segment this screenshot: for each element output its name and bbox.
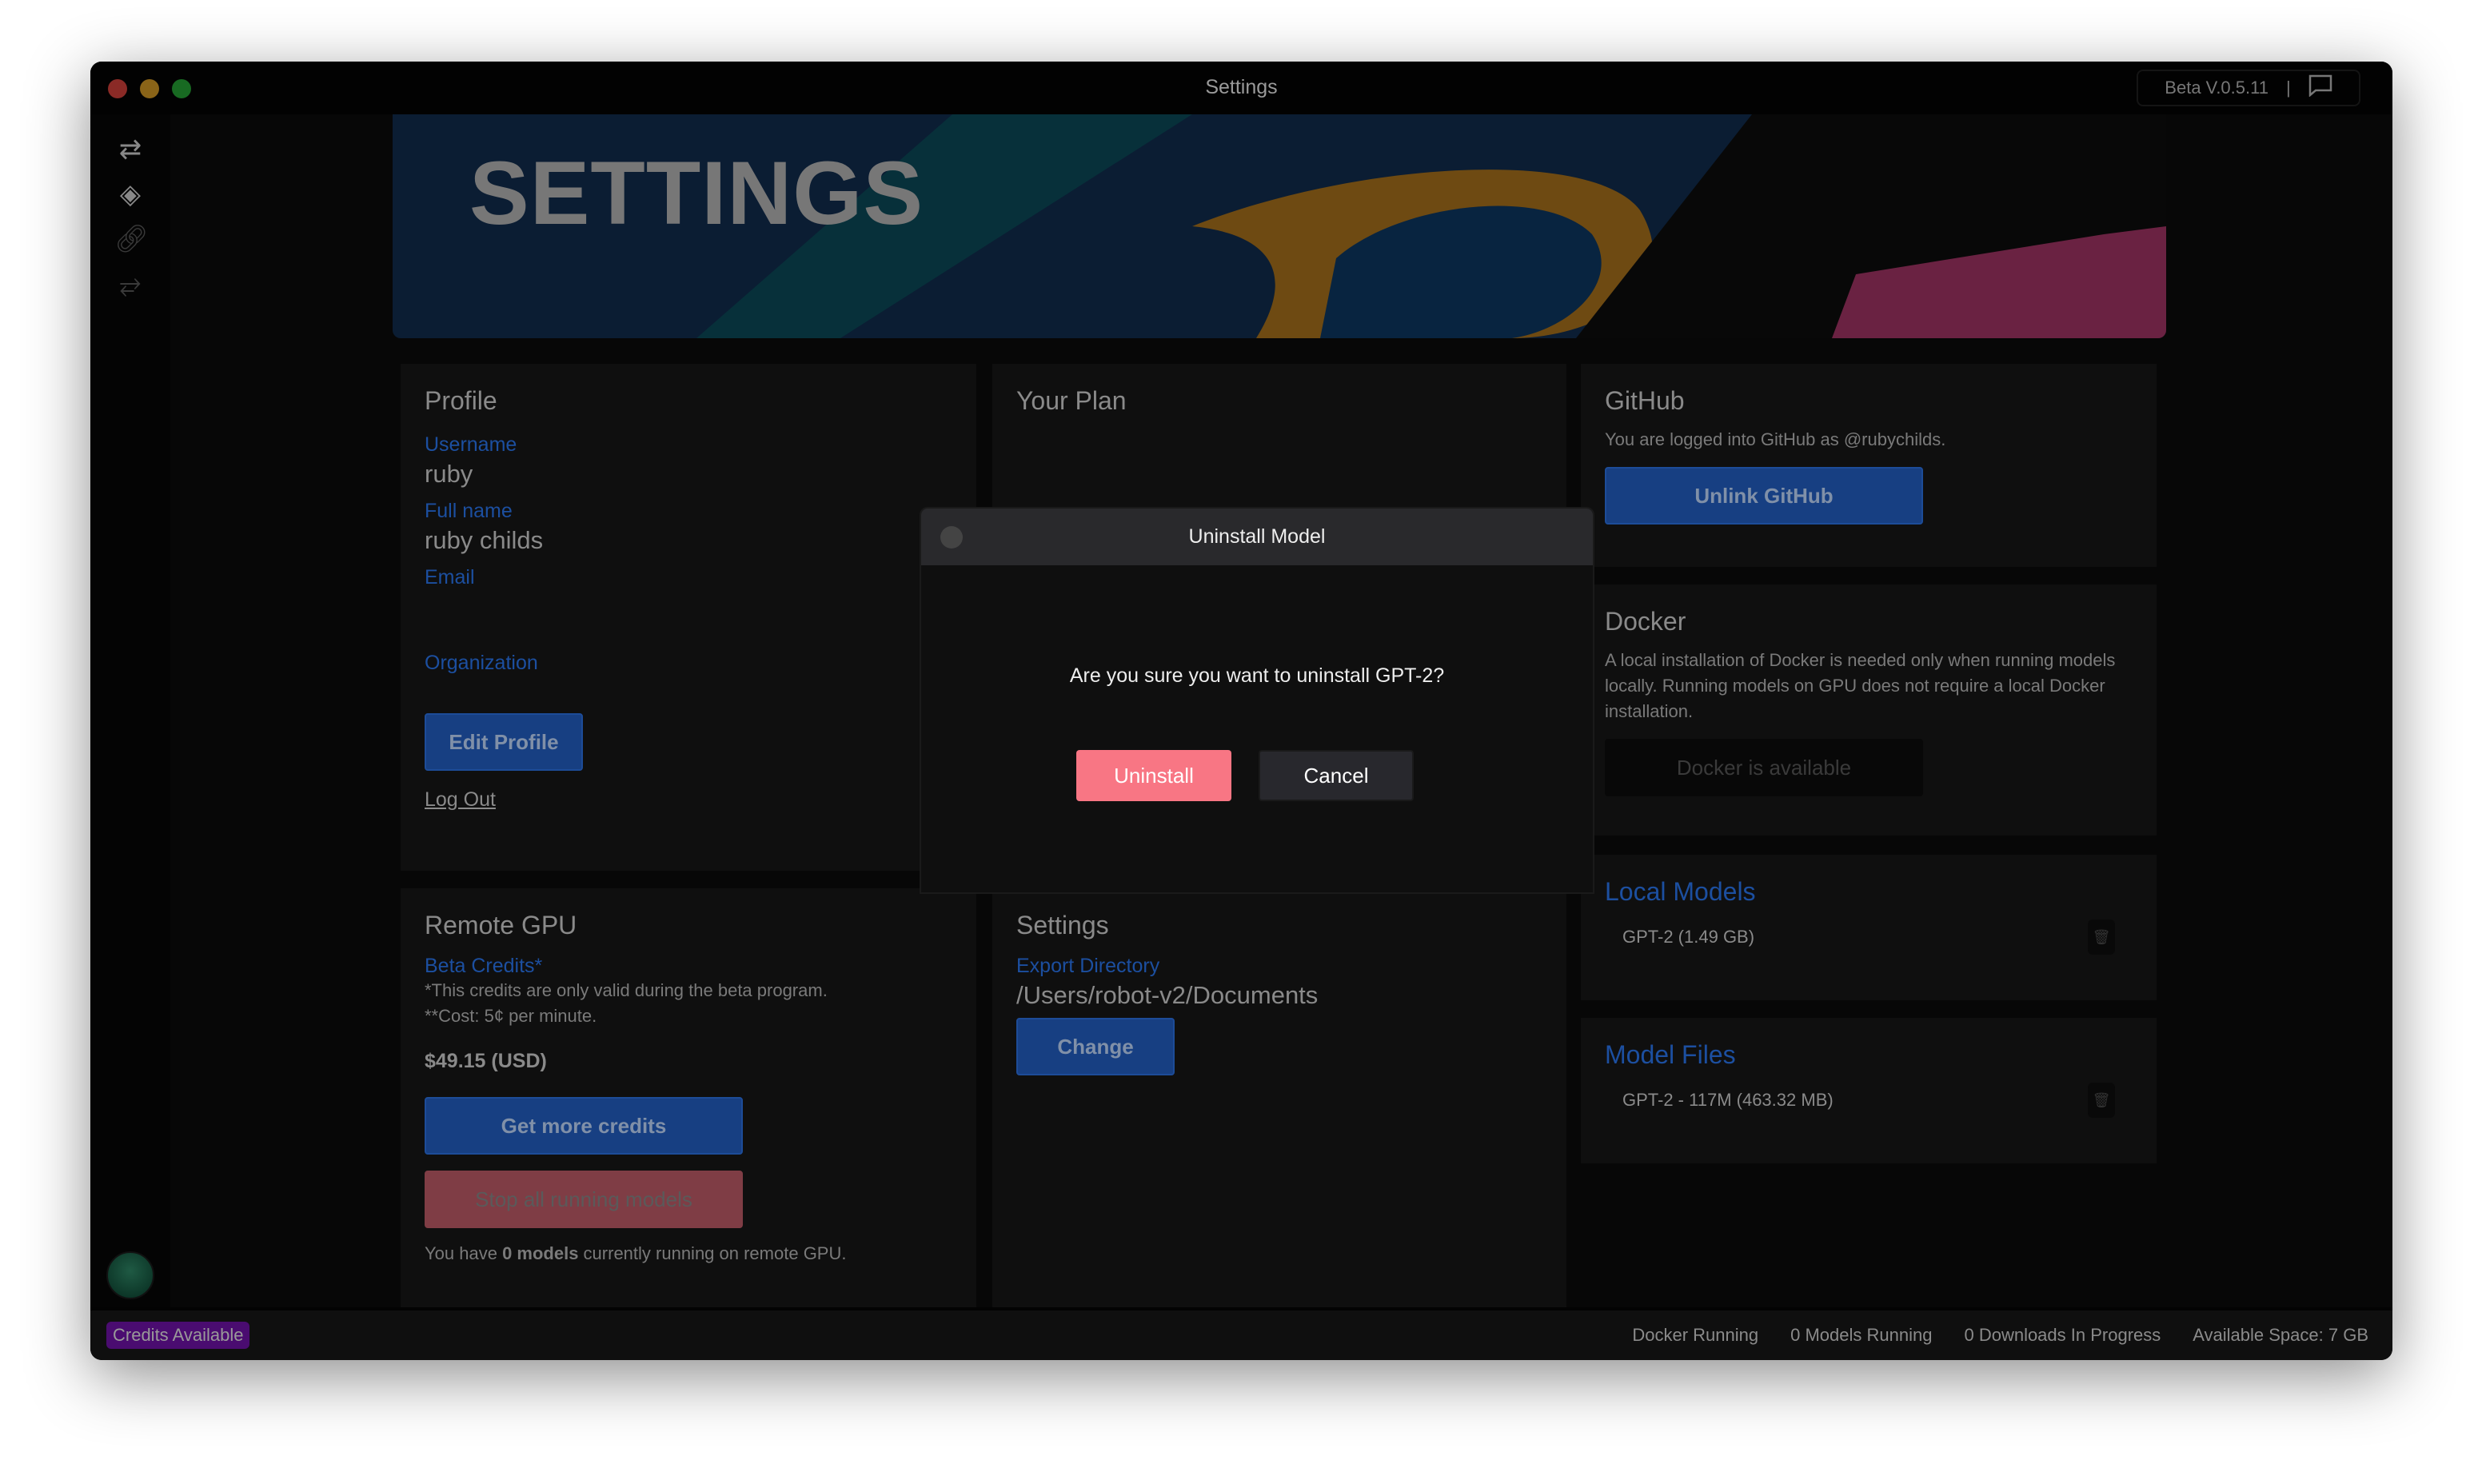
github-title: GitHub [1605,386,1685,415]
email-value [425,592,952,640]
version-box: Beta V.0.5.11 | [2137,70,2360,106]
logout-link[interactable]: Log Out [425,788,952,812]
status-bar: Credits Available Docker Running 0 Model… [90,1307,2392,1360]
app-window: Settings Beta V.0.5.11 | ⇄ ◈ 🔗︎ ⥂ SETTIN… [90,62,2392,1360]
credits-available-badge[interactable]: Credits Available [106,1322,250,1349]
page-title: SETTINGS [469,143,924,243]
dialog-question: Are you sure you want to uninstall GPT-2… [1069,664,1445,687]
settings-card: Settings Export Directory /Users/robot-v… [992,888,1566,1336]
dialog-header: Uninstall Model [921,509,1593,565]
layers-icon[interactable]: ◈ [114,178,146,210]
github-status: You are logged into GitHub as @rubychild… [1605,429,1946,449]
docker-available-button: Docker is available [1605,739,1923,796]
title-bar: Settings Beta V.0.5.11 | [90,62,2392,114]
feedback-icon[interactable] [2308,74,2332,102]
settings-banner: SETTINGS [393,114,2166,338]
username-value: ruby [425,460,473,488]
route-icon[interactable]: ⥂ [114,268,146,300]
models-running-status: 0 Models Running [1790,1325,1933,1345]
organization-label: Organization [425,652,538,674]
dialog-close-button[interactable] [940,526,963,549]
unlink-github-button[interactable]: Unlink GitHub [1605,467,1923,525]
running-models-text: You have 0 models currently running on r… [425,1243,847,1263]
profile-title: Profile [425,386,497,415]
uninstall-model-dialog: Uninstall Model Are you sure you want to… [921,509,1593,892]
dialog-title: Uninstall Model [1188,525,1326,548]
export-directory-label: Export Directory [1016,955,1160,977]
plan-title: Your Plan [1016,386,1127,415]
sidebar: ⇄ ◈ 🔗︎ ⥂ [90,114,170,1307]
organization-value [425,678,952,713]
trash-icon[interactable]: 🗑︎ [2088,920,2115,955]
link-icon[interactable]: 🔗︎ [114,223,149,255]
stop-all-models-button[interactable]: Stop all running models [425,1171,743,1228]
docker-card: Docker A local installation of Docker is… [1581,584,2157,836]
swap-arrows-icon[interactable]: ⇄ [114,134,146,166]
export-directory-value: /Users/robot-v2/Documents [1016,981,1319,1009]
uninstall-button[interactable]: Uninstall [1076,750,1231,801]
trash-icon[interactable]: 🗑︎ [2088,1083,2115,1118]
version-label: Beta V.0.5.11 [2165,78,2269,98]
avatar[interactable] [106,1251,154,1299]
username-label: Username [425,433,517,456]
remote-gpu-card: Remote GPU Beta Credits* *This credits a… [401,888,976,1336]
email-label: Email [425,566,475,588]
settings-title: Settings [1016,911,1109,939]
window-title: Settings [1205,76,1278,98]
docker-status: Docker Running [1632,1325,1759,1345]
downloads-status: 0 Downloads In Progress [1964,1325,2161,1345]
get-more-credits-button[interactable]: Get more credits [425,1097,743,1155]
docker-description: A local installation of Docker is needed… [1605,650,2116,721]
profile-card: Profile Username ruby Full name ruby chi… [401,364,976,871]
credits-amount: $49.15 (USD) [425,1050,547,1072]
cancel-button[interactable]: Cancel [1259,750,1414,801]
remote-gpu-title: Remote GPU [425,911,577,939]
model-file-name: GPT-2 - 117M (463.32 MB) [1622,1090,1834,1110]
model-files-card: Model Files GPT-2 - 117M (463.32 MB) 🗑︎ [1581,1018,2157,1163]
cost-note: **Cost: 5¢ per minute. [425,1006,597,1026]
change-directory-button[interactable]: Change [1016,1018,1175,1075]
github-card: GitHub You are logged into GitHub as @ru… [1581,364,2157,567]
available-space-status: Available Space: 7 GB [2193,1325,2368,1345]
local-models-title: Local Models [1605,877,1756,906]
separator: | [2285,78,2291,98]
beta-credits-label: Beta Credits* [425,955,543,977]
model-name: GPT-2 (1.49 GB) [1622,927,1755,947]
model-files-title: Model Files [1605,1040,1736,1069]
list-item: GPT-2 (1.49 GB) 🗑︎ [1605,920,2133,955]
fullname-value: ruby childs [425,526,544,554]
fullname-label: Full name [425,500,513,522]
credits-note: *This credits are only valid during the … [425,980,828,1000]
list-item: GPT-2 - 117M (463.32 MB) 🗑︎ [1605,1083,2133,1118]
edit-profile-button[interactable]: Edit Profile [425,713,583,771]
docker-title: Docker [1605,607,1686,636]
local-models-card: Local Models GPT-2 (1.49 GB) 🗑︎ [1581,855,2157,1000]
